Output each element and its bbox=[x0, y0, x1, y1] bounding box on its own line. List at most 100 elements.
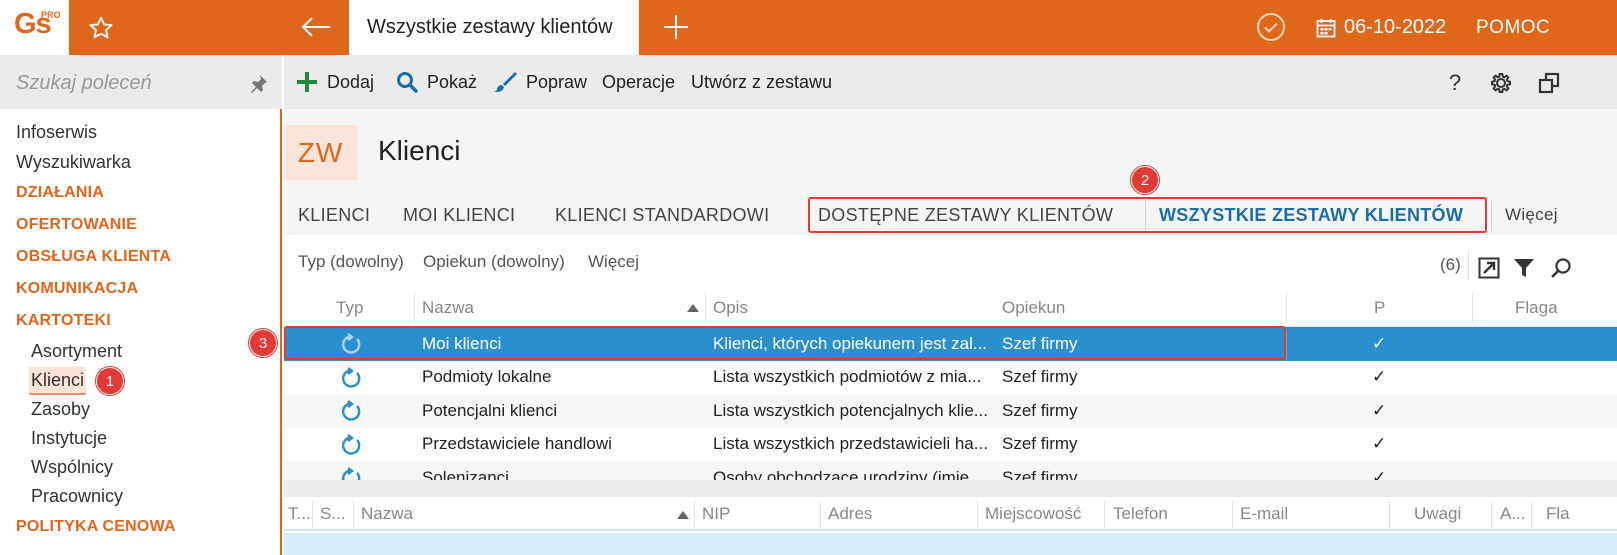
show-button[interactable]: Pokaż bbox=[396, 55, 477, 109]
column-separator bbox=[1232, 501, 1233, 531]
column-header-uwagi[interactable]: Uwagi bbox=[1414, 497, 1461, 531]
sidebar-category-dzialania[interactable]: DZIAŁANIA bbox=[0, 177, 282, 209]
column-header-nip[interactable]: NIP bbox=[702, 497, 730, 531]
column-header-email[interactable]: E-mail bbox=[1240, 497, 1288, 531]
export-icon[interactable] bbox=[1476, 255, 1502, 281]
module-badge: ZW bbox=[284, 125, 357, 180]
filter-more[interactable]: Więcej bbox=[588, 235, 639, 289]
column-header-nazwa[interactable]: Nazwa bbox=[422, 289, 474, 327]
view-tabs: KLIENCI MOI KLIENCI KLIENCI STANDARDOWI … bbox=[284, 195, 1617, 235]
sidebar-item-infoserwis[interactable]: Infoserwis bbox=[0, 117, 282, 147]
tab-divider bbox=[1491, 201, 1492, 231]
tab-klienci[interactable]: KLIENCI bbox=[298, 195, 370, 235]
sidebar-category-polityka-cenowa[interactable]: POLITYKA CENOWA bbox=[0, 511, 282, 543]
column-separator bbox=[820, 501, 821, 531]
table-row[interactable]: Solenizanci Osoby obchodzące urodziny (i… bbox=[284, 461, 1617, 480]
logo-badge: PRO bbox=[41, 10, 61, 20]
column-header-typ[interactable]: Typ bbox=[336, 289, 363, 327]
table-row[interactable]: Potencjalni klienci Lista wszystkich pot… bbox=[284, 394, 1617, 428]
column-separator bbox=[312, 501, 313, 531]
sidebar-item-klienci[interactable]: Klienci bbox=[0, 366, 282, 395]
column-header-t[interactable]: T... bbox=[288, 497, 311, 531]
filter-bar: Typ (dowolny) Opiekun (dowolny) Więcej (… bbox=[284, 235, 1617, 289]
sidebar-category-obsluga-klienta[interactable]: OBSŁUGA KLIENTA bbox=[0, 241, 282, 273]
edit-button[interactable]: Popraw bbox=[493, 55, 587, 109]
sidebar-category-kartoteki[interactable]: KARTOTEKI bbox=[0, 305, 282, 337]
sort-ascending-icon[interactable] bbox=[687, 304, 699, 312]
filter-funnel-icon[interactable] bbox=[1511, 255, 1537, 281]
annotation-badge-2: 2 bbox=[1131, 166, 1159, 194]
sidebar-item-pracownicy[interactable]: Pracownicy bbox=[0, 482, 282, 511]
filter-owner[interactable]: Opiekun (dowolny) bbox=[423, 235, 565, 289]
back-arrow-icon[interactable] bbox=[296, 10, 336, 44]
cell-p-checkmark: ✓ bbox=[1372, 467, 1387, 480]
sidebar-item-asortyment[interactable]: Asortyment bbox=[0, 337, 282, 366]
column-header-s[interactable]: S... bbox=[320, 497, 346, 531]
new-tab-plus-icon[interactable] bbox=[658, 10, 694, 44]
help-menu[interactable]: POMOC bbox=[1476, 0, 1550, 55]
column-separator bbox=[1389, 501, 1390, 531]
column-separator bbox=[1491, 501, 1492, 531]
show-button-label: Pokaż bbox=[427, 71, 478, 92]
filter-type[interactable]: Typ (dowolny) bbox=[298, 235, 404, 289]
create-from-set-button[interactable]: Utwórz z zestawu bbox=[691, 55, 832, 109]
calendar-icon bbox=[1316, 18, 1336, 37]
column-separator bbox=[705, 293, 706, 323]
tasks-check-icon[interactable] bbox=[1254, 10, 1288, 44]
column-header-telefon[interactable]: Telefon bbox=[1113, 497, 1168, 531]
cell-p-checkmark: ✓ bbox=[1372, 434, 1387, 454]
table-row[interactable]: Przedstawiciele handlowi Lista wszystkic… bbox=[284, 428, 1617, 462]
clients-grid-header: T... S... Nazwa NIP Adres Miejscowość Te… bbox=[284, 497, 1617, 531]
sidebar-item-instytucje[interactable]: Instytucje bbox=[0, 424, 282, 453]
column-header-flaga[interactable]: Flaga bbox=[1515, 289, 1558, 327]
annotation-badge-3: 3 bbox=[249, 329, 277, 357]
command-search-input[interactable] bbox=[16, 67, 236, 99]
cell-description: Lista wszystkich podmiotów z mia... bbox=[713, 367, 982, 387]
sidebar-category-ofertowanie[interactable]: OFERTOWANIE bbox=[0, 209, 282, 241]
column-header-miejscowosc[interactable]: Miejscowość bbox=[985, 497, 1081, 531]
app-logo[interactable]: Gs PRO bbox=[0, 0, 69, 55]
cell-owner: Szef firmy bbox=[1002, 434, 1078, 454]
gear-icon[interactable] bbox=[1487, 69, 1515, 97]
open-tab-title[interactable]: Wszystkie zestawy klientów bbox=[349, 0, 639, 55]
tab-more[interactable]: Więcej bbox=[1505, 195, 1558, 235]
operations-button[interactable]: Operacje bbox=[602, 55, 675, 109]
sidebar-item-wspolnicy[interactable]: Wspólnicy bbox=[0, 453, 282, 482]
sidebar-item-wyszukiwarka[interactable]: Wyszukiwarka bbox=[0, 147, 282, 177]
column-header-opiekun[interactable]: Opiekun bbox=[1002, 289, 1065, 327]
clients-grid-row[interactable] bbox=[284, 533, 1617, 555]
help-question-icon[interactable]: ? bbox=[1441, 69, 1469, 97]
refresh-icon bbox=[342, 433, 361, 455]
column-header-flaga[interactable]: Fla bbox=[1546, 497, 1570, 531]
refresh-icon bbox=[342, 366, 361, 388]
search-icon[interactable] bbox=[1548, 255, 1574, 281]
cell-owner: Szef firmy bbox=[1002, 367, 1078, 387]
sidebar-category-komunikacja[interactable]: KOMUNIKACJA bbox=[0, 273, 282, 305]
column-header-adres[interactable]: Adres bbox=[828, 497, 872, 531]
tab-moi-klienci[interactable]: MOI KLIENCI bbox=[403, 195, 515, 235]
date-display[interactable]: 06-10-2022 bbox=[1316, 0, 1446, 55]
column-header-opis[interactable]: Opis bbox=[713, 289, 748, 327]
table-row[interactable]: Podmioty lokalne Lista wszystkich podmio… bbox=[284, 361, 1617, 395]
tab-klienci-standardowi[interactable]: KLIENCI STANDARDOWI bbox=[555, 195, 769, 235]
sidebar-nav: Infoserwis Wyszukiwarka DZIAŁANIA OFERTO… bbox=[0, 117, 282, 543]
column-separator bbox=[694, 501, 695, 531]
column-header-p[interactable]: P bbox=[1374, 289, 1385, 327]
sidebar-item-zasoby[interactable]: Zasoby bbox=[0, 395, 282, 424]
restore-window-icon[interactable] bbox=[1535, 69, 1563, 97]
cell-p-checkmark: ✓ bbox=[1372, 367, 1387, 387]
pin-icon[interactable] bbox=[247, 73, 269, 95]
brush-icon bbox=[494, 72, 517, 92]
column-header-a[interactable]: A... bbox=[1500, 497, 1526, 531]
column-header-nazwa[interactable]: Nazwa bbox=[361, 497, 413, 531]
column-separator bbox=[1286, 331, 1287, 361]
cell-owner: Szef firmy bbox=[1002, 400, 1078, 420]
sidebar-item-klienci-label: Klienci bbox=[29, 367, 87, 395]
favorites-star-icon[interactable] bbox=[83, 11, 119, 45]
panel-splitter[interactable] bbox=[284, 480, 1617, 497]
add-button-label: Dodaj bbox=[327, 71, 375, 92]
sort-ascending-icon[interactable] bbox=[677, 511, 689, 519]
grid-header: Typ Nazwa Opis Opiekun P Flaga bbox=[284, 289, 1617, 327]
cell-name: Solenizanci bbox=[422, 467, 509, 480]
add-button[interactable]: Dodaj bbox=[296, 55, 374, 109]
